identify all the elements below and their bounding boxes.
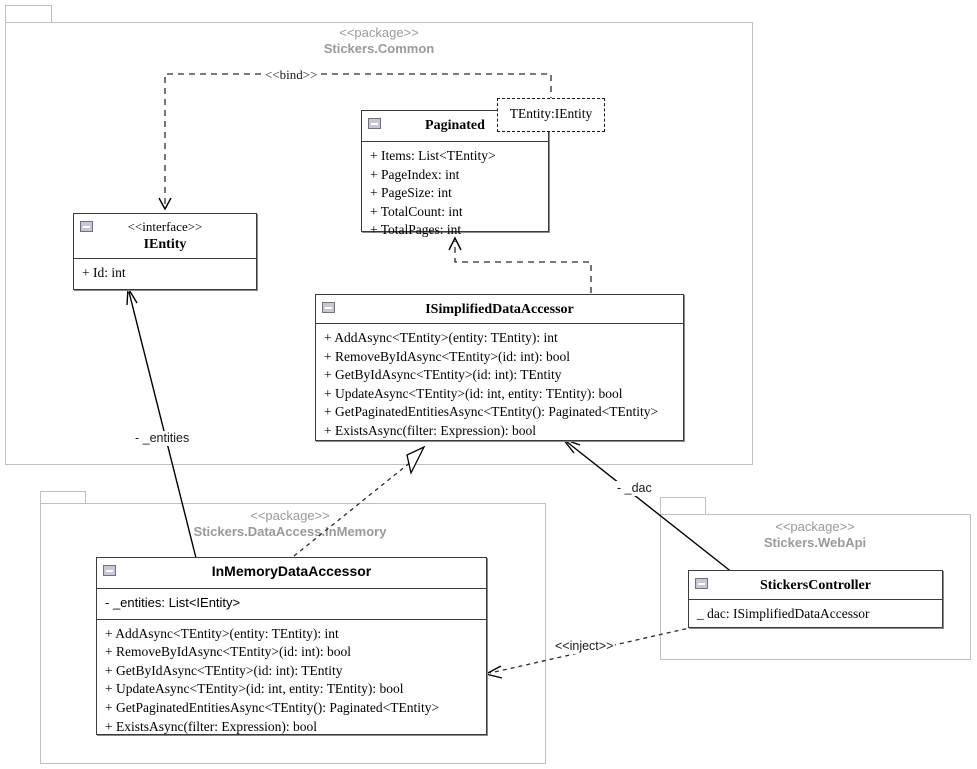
class-inmemorydataaccessor[interactable]: InMemoryDataAccessor - _entities: List<I…	[96, 557, 487, 735]
attribute-row: + TotalCount: int	[370, 203, 463, 219]
operation-row: + GetByIdAsync<TEntity>(id: int): TEntit…	[105, 662, 343, 678]
attribute-row: + PageSize: int	[370, 185, 452, 201]
package-name-stickers-common: Stickers.Common	[323, 41, 435, 56]
attribute-row: + PageIndex: int	[370, 166, 460, 182]
operation-row: + RemoveByIdAsync<TEntity>(id: int): boo…	[105, 644, 351, 660]
operation-row: + GetPaginatedEntitiesAsync<TEntity(): P…	[105, 699, 440, 715]
collapse-minus-icon[interactable]	[695, 578, 708, 589]
package-stereotype-stickers-common: <<package>>	[339, 25, 419, 40]
package-tab-stickers-webapi	[660, 497, 706, 515]
operation-row: + UpdateAsync<TEntity>(id: int, entity: …	[105, 681, 404, 697]
attributes-compartment-stickerscontroller: _ dac: ISimplifiedDataAccessor	[689, 600, 942, 630]
collapse-minus-icon[interactable]	[80, 221, 93, 232]
class-stereotype-ientity: <<interface>>	[127, 219, 203, 234]
package-label-stickers-dataaccess-inmemory: <<package>> Stickers.DataAccess.InMemory	[115, 508, 465, 540]
package-stereotype-stickers-dataaccess-inmemory: <<package>>	[250, 508, 330, 523]
collapse-minus-icon[interactable]	[322, 302, 335, 313]
operation-row: + UpdateAsync<TEntity>(id: int, entity: …	[324, 385, 623, 401]
class-name-isimplifieddataaccessor: ISimplifiedDataAccessor	[425, 302, 574, 317]
edge-label-bind: <<bind>>	[263, 67, 320, 82]
edge-label-inject: <<inject>>	[553, 639, 616, 654]
template-parameter-text: TEntity:IEntity	[509, 106, 593, 121]
operation-row: + GetPaginatedEntitiesAsync<TEntity(): P…	[324, 404, 659, 420]
package-label-stickers-webapi: <<package>> Stickers.WebApi	[690, 519, 940, 551]
attribute-row: + Items: List<TEntity>	[370, 148, 496, 163]
attribute-row: + TotalPages: int	[370, 222, 462, 238]
collapse-minus-icon[interactable]	[103, 565, 116, 576]
class-isimplifieddataaccessor[interactable]: ISimplifiedDataAccessor + AddAsync<TEnti…	[315, 294, 684, 441]
operation-row: + AddAsync<TEntity>(entity: TEntity): in…	[324, 330, 558, 345]
package-tab-stickers-common	[5, 5, 52, 23]
package-stereotype-stickers-webapi: <<package>>	[775, 519, 855, 534]
package-label-stickers-common: <<package>> Stickers.Common	[205, 25, 553, 57]
package-name-stickers-dataaccess-inmemory: Stickers.DataAccess.InMemory	[193, 524, 387, 539]
class-stickerscontroller[interactable]: StickersController _ dac: ISimplifiedDat…	[688, 570, 943, 628]
attribute-row: + Id: int	[82, 265, 126, 280]
collapse-minus-icon[interactable]	[368, 118, 381, 129]
attributes-compartment-inmemorydataaccessor: - _entities: List<IEntity>	[97, 589, 486, 619]
edge-label-dac: - _dac	[615, 481, 654, 496]
operation-row: + RemoveByIdAsync<TEntity>(id: int): boo…	[324, 348, 570, 364]
class-diagram-canvas: <<package>> Stickers.Common <<package>> …	[0, 0, 977, 769]
class-name-paginated: Paginated	[425, 118, 485, 133]
package-name-stickers-webapi: Stickers.WebApi	[763, 535, 867, 550]
class-name-stickerscontroller: StickersController	[760, 578, 871, 593]
operations-compartment-inmemorydataaccessor: + AddAsync<TEntity>(entity: TEntity): in…	[97, 618, 486, 743]
operation-row: + GetByIdAsync<TEntity>(id: int): TEntit…	[324, 367, 562, 383]
attribute-row: - _entities: List<IEntity>	[105, 595, 241, 610]
operation-row: + ExistsAsync(filter: Expression): bool	[324, 422, 536, 438]
template-parameter-box-paginated: TEntity:IEntity	[497, 98, 605, 132]
class-header-ientity: <<interface>> IEntity	[74, 214, 256, 259]
operation-row: + ExistsAsync(filter: Expression): bool	[105, 718, 317, 734]
operation-row: + AddAsync<TEntity>(entity: TEntity): in…	[105, 625, 339, 641]
class-name-ientity: IEntity	[143, 237, 187, 252]
class-header-inmemorydataaccessor: InMemoryDataAccessor	[97, 558, 486, 589]
class-header-isimplifieddataaccessor: ISimplifiedDataAccessor	[316, 295, 683, 324]
operations-compartment-isimplifieddataaccessor: + AddAsync<TEntity>(entity: TEntity): in…	[316, 324, 683, 447]
class-header-stickerscontroller: StickersController	[689, 571, 942, 600]
attributes-compartment-ientity: + Id: int	[74, 259, 256, 289]
attribute-row: _ dac: ISimplifiedDataAccessor	[697, 606, 870, 621]
edge-label-entities: - _entities	[133, 431, 192, 446]
class-ientity[interactable]: <<interface>> IEntity + Id: int	[73, 213, 257, 290]
attributes-compartment-paginated: + Items: List<TEntity> + PageIndex: int …	[362, 142, 548, 246]
class-name-inmemorydataaccessor: InMemoryDataAccessor	[211, 563, 372, 579]
